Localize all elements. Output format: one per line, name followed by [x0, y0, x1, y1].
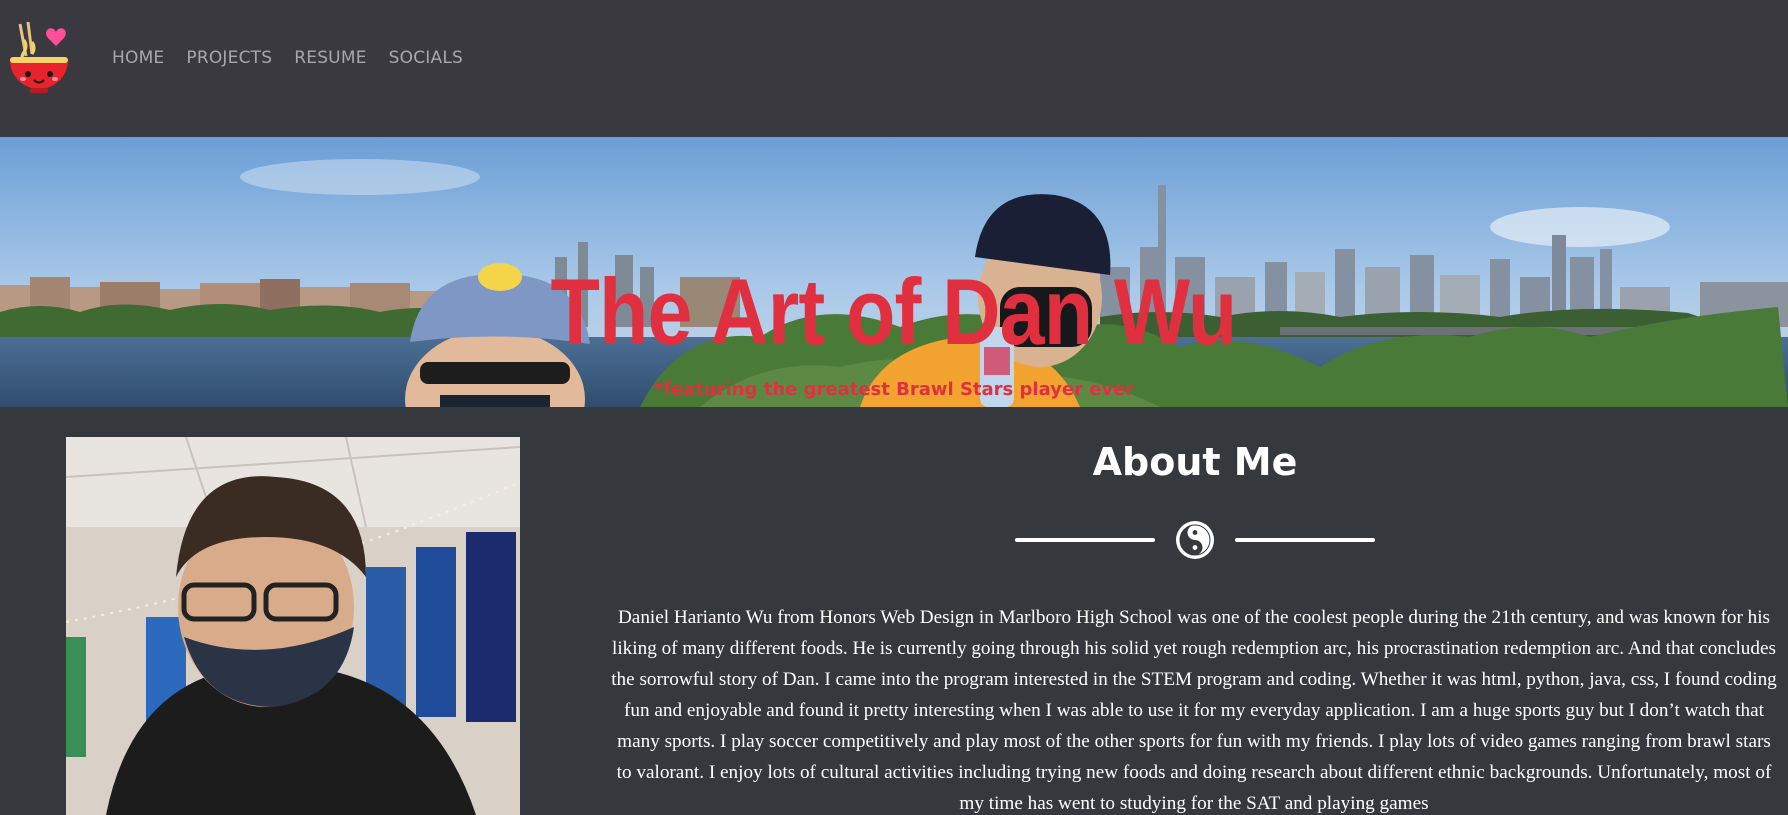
hero-subtitle: *featuring the greatest Brawl Stars play…: [653, 379, 1135, 400]
ramen-bowl-logo-icon[interactable]: [6, 21, 70, 94]
hero-title: The Art of Dan Wu: [550, 259, 1237, 364]
yin-yang-icon: [1175, 520, 1215, 560]
about-title: About Me: [1092, 440, 1298, 484]
nav-item-socials[interactable]: SOCIALS: [389, 48, 463, 68]
nav-item-projects[interactable]: PROJECTS: [186, 48, 272, 68]
about-paragraph: Daniel Harianto Wu from Honors Web Desig…: [611, 607, 1777, 814]
site-header: HOME PROJECTS RESUME SOCIALS: [0, 0, 1788, 137]
main-nav: HOME PROJECTS RESUME SOCIALS: [112, 48, 485, 68]
divider-line-left: [1015, 538, 1155, 542]
nav-item-home[interactable]: HOME: [112, 48, 164, 68]
profile-photo: [66, 437, 520, 815]
nav-item-resume[interactable]: RESUME: [294, 48, 366, 68]
divider-line-right: [1235, 538, 1375, 542]
hero-banner: The Art of Dan Wu *featuring the greates…: [0, 137, 1788, 407]
